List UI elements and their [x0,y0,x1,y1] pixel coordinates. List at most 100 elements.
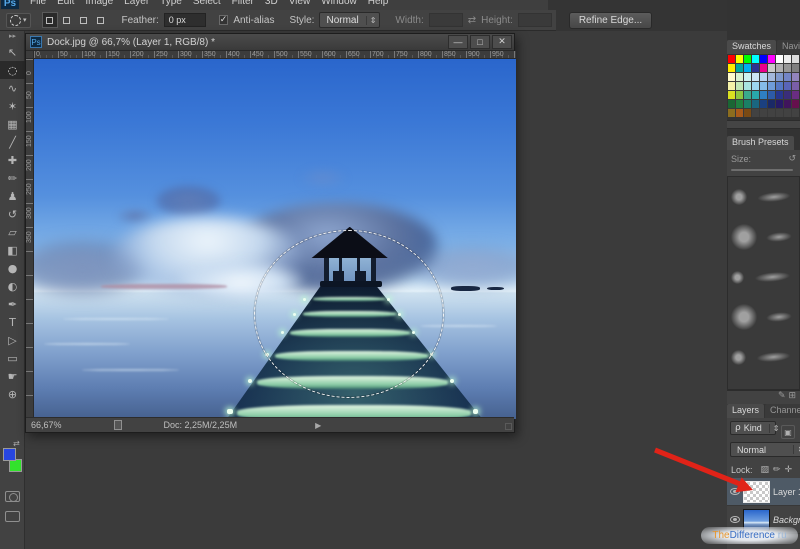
shape-tool[interactable]: ▭ [0,349,25,367]
swatch[interactable] [744,64,751,72]
brush-preset[interactable] [728,297,799,337]
swatch[interactable] [776,100,783,108]
swatch[interactable] [736,73,743,81]
swatch[interactable] [768,100,775,108]
menu-edit[interactable]: Edit [57,0,74,7]
swatch[interactable] [768,73,775,81]
menu-image[interactable]: Image [85,0,113,7]
swatch[interactable] [728,55,735,63]
tab-channels[interactable]: Channels [765,404,800,418]
swatch[interactable] [792,109,799,117]
swatch[interactable] [736,100,743,108]
swatch[interactable] [744,100,751,108]
lock-icon[interactable]: ▨ [761,465,770,475]
swatch[interactable] [760,91,767,99]
swatch[interactable] [744,109,751,117]
visibility-eye-icon[interactable] [730,516,740,523]
swatch[interactable] [792,73,799,81]
history-brush-tool[interactable]: ↺ [0,205,25,223]
healing-brush-tool[interactable]: ✚ [0,151,25,169]
width-input[interactable] [429,13,463,27]
eraser-tool[interactable]: ▱ [0,223,25,241]
kind-filter-dropdown[interactable]: ρ Kind ⇕ ▣ [730,421,776,435]
swatch[interactable] [728,64,735,72]
brush-tool[interactable]: ✏ [0,169,25,187]
antialias-checkbox[interactable]: ✓ [219,15,229,25]
screen-mode-button[interactable] [5,511,20,522]
swatches-scrollbar[interactable] [727,120,800,129]
foreground-color-swatch[interactable] [3,448,16,461]
pen-tool[interactable]: ✒ [0,295,25,313]
subtract-from-selection-button[interactable] [76,12,92,28]
crop-tool[interactable]: ▦ [0,115,25,133]
swatch[interactable] [784,109,791,117]
menu-select[interactable]: Select [193,0,221,7]
move-tool[interactable]: ↖ [0,43,25,61]
brush-footer-icons[interactable]: ✎ ⊞ [727,390,800,404]
swatch[interactable] [728,73,735,81]
refine-edge-button[interactable]: Refine Edge... [569,12,652,29]
brush-preset[interactable] [728,257,799,297]
swatch[interactable] [760,100,767,108]
layer-thumbnail[interactable] [744,482,769,502]
swatch[interactable] [736,55,743,63]
type-tool[interactable]: T [0,313,25,331]
style-dropdown[interactable]: Normal ⇕ [319,12,380,28]
swatch[interactable] [744,82,751,90]
canvas-image[interactable] [34,59,516,419]
collapse-panel-icon[interactable]: ▸▸ [0,31,25,43]
swatch[interactable] [792,91,799,99]
pixel-filter-icon[interactable]: ▣ [781,425,795,439]
zoom-tool[interactable]: ⊕ [0,385,25,403]
resize-grip[interactable] [505,423,512,430]
swatch[interactable] [744,73,751,81]
status-flyout-icon[interactable]: ▶ [315,421,321,430]
quick-mask-button[interactable] [5,491,20,502]
blur-tool[interactable]: ● [0,259,25,277]
swatch[interactable] [792,100,799,108]
swatch[interactable] [784,64,791,72]
swatch[interactable] [752,82,759,90]
swatch[interactable] [728,82,735,90]
swatch[interactable] [776,64,783,72]
tab-navigator[interactable]: Navigator [777,40,800,54]
swatch[interactable] [736,91,743,99]
swatch[interactable] [776,109,783,117]
swatch[interactable] [736,64,743,72]
layer-row-layer-1[interactable]: Layer 1 [727,478,800,506]
menu-window[interactable]: Window [321,0,357,7]
lasso-tool[interactable]: ∿ [0,79,25,97]
brush-preset[interactable] [728,217,799,257]
swatch[interactable] [784,73,791,81]
menu-filter[interactable]: Filter [232,0,254,7]
swatch[interactable] [728,109,735,117]
document-titlebar[interactable]: Ps Dock.jpg @ 66,7% (Layer 1, RGB/8) * —… [26,34,514,51]
link-dimensions-icon[interactable]: ⇄ [468,15,476,26]
swatch[interactable] [784,100,791,108]
lock-icon[interactable]: ✏ [773,465,781,475]
brush-preset[interactable] [728,177,799,217]
menu-file[interactable]: File [30,0,46,7]
swatch[interactable] [784,91,791,99]
swatch[interactable] [768,109,775,117]
menu-type[interactable]: Type [160,0,182,7]
swatch[interactable] [760,55,767,63]
new-selection-button[interactable] [42,12,58,28]
swatch[interactable] [752,73,759,81]
swatch[interactable] [728,100,735,108]
magic-wand-tool[interactable]: ✶ [0,97,25,115]
zoom-level[interactable]: 66,67% [31,420,62,430]
brush-preset[interactable] [728,337,799,377]
swatch[interactable] [776,55,783,63]
swatch[interactable] [784,82,791,90]
height-input[interactable] [518,13,552,27]
swatch[interactable] [744,91,751,99]
tool-preset-picker[interactable]: ▾ [6,13,31,28]
swatch[interactable] [768,55,775,63]
swap-colors-icon[interactable]: ⇄ [13,439,20,448]
swatch[interactable] [792,55,799,63]
swatch[interactable] [744,55,751,63]
tab-brush-presets[interactable]: Brush Presets [727,136,794,150]
intersect-selection-button[interactable] [93,12,109,28]
swatch[interactable] [768,64,775,72]
